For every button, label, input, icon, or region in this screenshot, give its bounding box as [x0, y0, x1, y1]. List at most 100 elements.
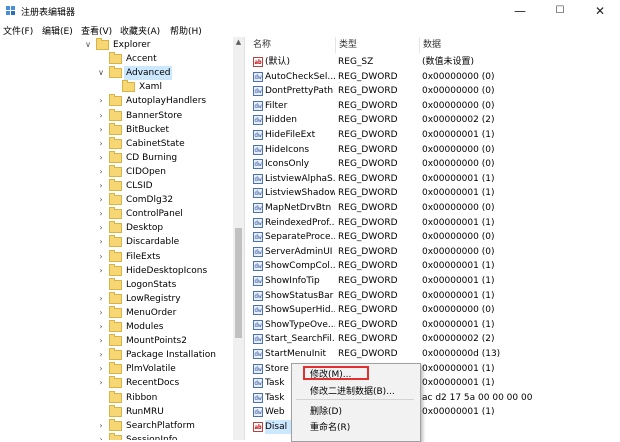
expand-chevron-icon[interactable] [97, 391, 105, 405]
expand-chevron-icon[interactable]: ∨ [84, 38, 92, 52]
expand-chevron-icon[interactable]: › [97, 165, 105, 179]
tree-item[interactable]: › MenuOrder [0, 305, 233, 320]
tree-item[interactable]: › BannerStore [0, 108, 233, 123]
tree-item[interactable]: › AutoplayHandlers [0, 94, 233, 108]
tree-item[interactable]: › RecentDocs [0, 376, 233, 390]
expand-chevron-icon[interactable]: › [97, 123, 105, 137]
value-row[interactable]: dw IconsOnly REG_DWORD 0x00000000 (0) [250, 157, 620, 171]
expand-chevron-icon[interactable]: › [97, 94, 105, 108]
folder-icon [109, 263, 122, 276]
tree-item[interactable]: Ribbon [0, 390, 233, 405]
expand-chevron-icon[interactable]: › [97, 109, 105, 123]
value-row[interactable]: dw ShowTypeOve... REG_DWORD 0x00000001 (1) [250, 318, 620, 332]
value-row[interactable]: dw ShowSuperHid... REG_DWORD 0x00000000 (0) [250, 303, 620, 317]
column-header-type[interactable]: 类型 [336, 37, 420, 53]
tree-item[interactable]: › LowRegistry [0, 291, 233, 306]
tree-item[interactable]: › FileExts [0, 249, 233, 264]
menu-view[interactable]: 查看(V) [81, 24, 112, 37]
tree-item[interactable]: ∨ Advanced [0, 66, 233, 81]
value-row[interactable]: dw ListviewShadow REG_DWORD 0x00000001 (1) [250, 186, 620, 200]
value-row[interactable]: dw Filter REG_DWORD 0x00000000 (0) [250, 99, 620, 113]
menu-item-delete[interactable]: 删除(D) [310, 404, 342, 417]
tree-item[interactable]: › Package Installation [0, 348, 233, 362]
tree-item[interactable]: ∨ Explorer [0, 38, 233, 52]
expand-chevron-icon[interactable] [97, 52, 105, 66]
tree-item[interactable]: Accent [0, 52, 233, 66]
expand-chevron-icon[interactable]: › [97, 235, 105, 249]
value-row[interactable]: dw HideFileExt REG_DWORD 0x00000001 (1) [250, 128, 620, 142]
column-header-data[interactable]: 数据 [420, 37, 620, 53]
menu-edit[interactable]: 编辑(E) [42, 24, 73, 37]
tree-item[interactable]: › HideDesktopIcons [0, 263, 233, 278]
expand-chevron-icon[interactable]: ∨ [97, 66, 105, 80]
expand-chevron-icon[interactable] [110, 80, 118, 94]
tree-item[interactable]: LogonStats [0, 277, 233, 292]
tree-item[interactable]: › ControlPanel [0, 207, 233, 221]
minimize-button[interactable]: — [500, 0, 540, 22]
expand-chevron-icon[interactable]: › [97, 362, 105, 376]
menu-item-modify[interactable]: 修改(M)... [310, 367, 351, 380]
tree-item[interactable]: RunMRU [0, 404, 233, 419]
close-button[interactable]: ✕ [580, 0, 620, 22]
expand-chevron-icon[interactable]: › [97, 320, 105, 334]
tree-item[interactable]: › CabinetState [0, 136, 233, 151]
tree-item[interactable]: › Discardable [0, 235, 233, 249]
value-row[interactable]: dw SeparateProce... REG_DWORD 0x00000000 (0… [250, 230, 620, 244]
tree-item[interactable]: › CIDOpen [0, 164, 233, 179]
expand-chevron-icon[interactable]: › [97, 207, 105, 221]
value-row[interactable]: dw DontPrettyPath REG_DWORD 0x00000000 (0) [250, 84, 620, 98]
value-row[interactable]: dw ListviewAlphaS... REG_DWORD 0x00000001 (… [250, 172, 620, 186]
tree-item[interactable]: › SearchPlatform [0, 418, 233, 433]
tree-item[interactable]: › Desktop [0, 221, 233, 235]
scroll-up-icon[interactable]: ▲ [233, 37, 244, 48]
expand-chevron-icon[interactable]: › [97, 433, 105, 440]
expand-chevron-icon[interactable]: › [97, 419, 105, 433]
menu-favorites[interactable]: 收藏夹(A) [120, 24, 160, 37]
value-row[interactable]: dw HideIcons REG_DWORD 0x00000000 (0) [250, 143, 620, 157]
tree-item[interactable]: › SessionInfo [0, 432, 233, 440]
expand-chevron-icon[interactable] [97, 405, 105, 419]
expand-chevron-icon[interactable]: › [97, 137, 105, 151]
expand-chevron-icon[interactable]: › [97, 264, 105, 278]
registry-tree[interactable]: ∨ Explorer Accent ∨ Advanced Xaml › AutoplayHan… [0, 37, 233, 440]
value-row[interactable]: dw Start_SearchFil... REG_DWORD 0x00000002 … [250, 332, 620, 346]
expand-chevron-icon[interactable]: › [97, 306, 105, 320]
tree-scrollbar[interactable]: ▲ [233, 37, 244, 440]
expand-chevron-icon[interactable]: › [97, 151, 105, 165]
expand-chevron-icon[interactable]: › [97, 376, 105, 390]
expand-chevron-icon[interactable]: › [97, 250, 105, 264]
value-row[interactable]: ab (默认) REG_SZ (数值未设置) [250, 55, 620, 69]
value-row[interactable]: dw ShowCompCol... REG_DWORD 0x00000001 (1) [250, 259, 620, 273]
value-row[interactable]: dw ServerAdminUI REG_DWORD 0x00000000 (0) [250, 245, 620, 259]
menu-item-modify-binary[interactable]: 修改二进制数据(B)... [310, 384, 395, 397]
tree-item[interactable]: Xaml [0, 80, 233, 94]
expand-chevron-icon[interactable]: › [97, 334, 105, 348]
tree-item[interactable]: › CLSID [0, 179, 233, 193]
expand-chevron-icon[interactable]: › [97, 179, 105, 193]
tree-item[interactable]: › ComDlg32 [0, 193, 233, 207]
value-row[interactable]: dw MapNetDrvBtn REG_DWORD 0x00000000 (0) [250, 201, 620, 215]
value-row[interactable]: dw StartMenuInit REG_DWORD 0x0000000d (13) [250, 347, 620, 361]
value-row[interactable]: dw ReindexedProf... REG_DWORD 0x00000001 (1… [250, 216, 620, 230]
value-row[interactable]: dw ShowStatusBar REG_DWORD 0x00000001 (1) [250, 289, 620, 303]
menu-help[interactable]: 帮助(H) [170, 24, 202, 37]
menu-file[interactable]: 文件(F) [3, 24, 33, 37]
value-row[interactable]: dw ShowInfoTip REG_DWORD 0x00000001 (1) [250, 274, 620, 288]
value-row[interactable]: dw AutoCheckSel... REG_DWORD 0x00000000 (0) [250, 70, 620, 84]
column-header-name[interactable]: 名称 [250, 37, 336, 53]
tree-item[interactable]: › Modules [0, 320, 233, 334]
expand-chevron-icon[interactable]: › [97, 193, 105, 207]
maximize-button[interactable]: ☐ [540, 0, 580, 22]
tree-item[interactable]: › PlmVolatile [0, 362, 233, 376]
tree-item[interactable]: › MountPoints2 [0, 334, 233, 348]
expand-chevron-icon[interactable] [97, 278, 105, 292]
expand-chevron-icon[interactable]: › [97, 221, 105, 235]
scrollbar-thumb[interactable] [235, 228, 242, 338]
value-row[interactable]: dw Hidden REG_DWORD 0x00000002 (2) [250, 113, 620, 127]
tree-item[interactable]: › BitBucket [0, 122, 233, 137]
folder-icon [96, 38, 109, 50]
tree-item[interactable]: › CD Burning [0, 150, 233, 165]
expand-chevron-icon[interactable]: › [97, 292, 105, 306]
menu-item-rename[interactable]: 重命名(R) [310, 420, 350, 433]
expand-chevron-icon[interactable]: › [97, 348, 105, 362]
